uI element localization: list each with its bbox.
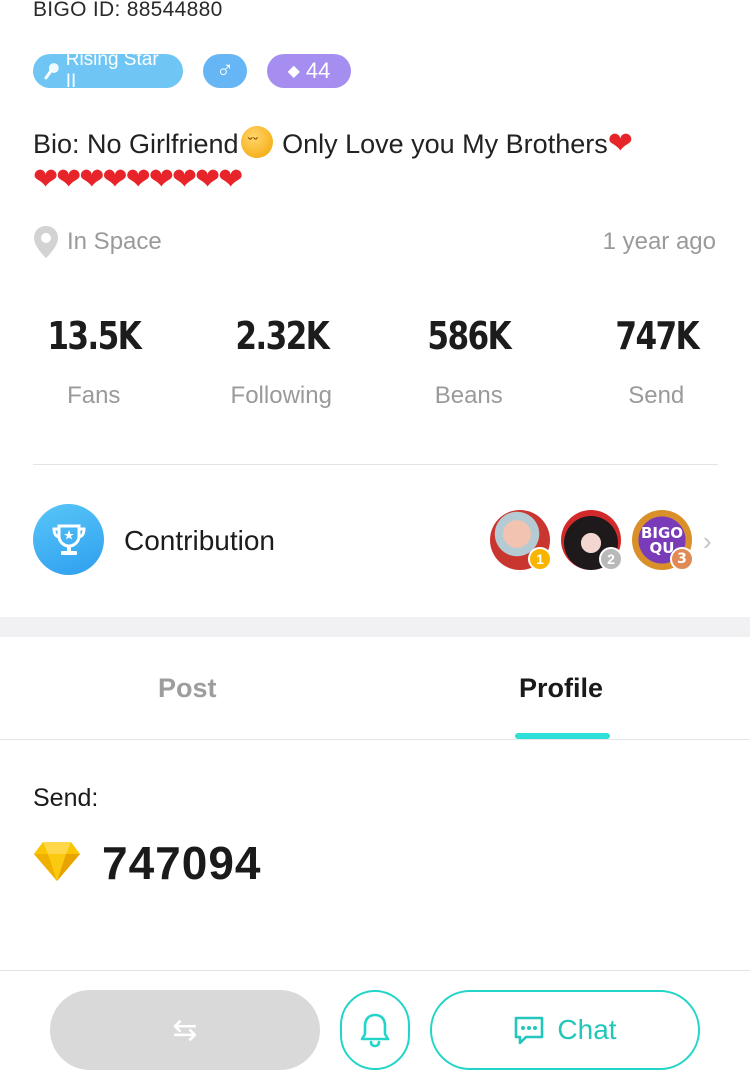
switch-button[interactable]: ⇆ — [50, 990, 320, 1070]
avatar[interactable]: BIGO QU 3 — [632, 510, 694, 571]
angry-face-emoji-icon — [240, 126, 273, 164]
avatar[interactable]: 2 — [561, 510, 623, 571]
tab-post[interactable]: Post — [158, 673, 217, 704]
chat-label: Chat — [557, 1014, 617, 1045]
gender-badge: ♂ — [203, 54, 247, 88]
bottom-action-bar: ⇆ Chat — [0, 970, 750, 1079]
bio-text-part-2: Only Love you My Brothers — [274, 129, 608, 159]
stat-label: Following — [230, 382, 332, 409]
hearts-row: ❤❤❤❤❤❤❤❤❤ — [33, 161, 723, 199]
location: In Space — [33, 225, 162, 259]
stat-value: 747K — [614, 314, 699, 358]
bell-icon — [360, 1013, 390, 1048]
rank-badge-1: 1 — [528, 547, 552, 571]
heart-emoji-icon: ❤ — [148, 163, 174, 196]
top-contributors: 1 2 BIGO QU 3 — [490, 510, 694, 571]
location-label: In Space — [67, 228, 162, 255]
divider — [33, 464, 718, 465]
heart-emoji-icon: ❤ — [607, 127, 633, 160]
trophy-icon — [33, 504, 104, 575]
send-value: 747094 — [102, 837, 262, 889]
diamond-small-icon: ◆ — [287, 63, 300, 80]
switch-arrows-icon: ⇆ — [172, 1013, 198, 1047]
heart-emoji-icon: ❤ — [125, 163, 151, 196]
active-tab-indicator — [515, 733, 610, 739]
heart-emoji-icon: ❤ — [102, 163, 127, 196]
stat-fans[interactable]: 13.5K Fans — [0, 308, 188, 410]
chat-button[interactable]: Chat — [430, 990, 700, 1070]
rank-badge-2: 2 — [599, 547, 623, 571]
heart-emoji-icon: ❤ — [194, 163, 220, 196]
stat-value: 2.32K — [234, 314, 329, 358]
stat-label: Beans — [434, 382, 503, 409]
notify-button[interactable] — [340, 990, 410, 1070]
contribution-label: Contribution — [124, 525, 275, 556]
heart-emoji-icon: ❤ — [79, 163, 104, 196]
badge-row: Rising Star II ♂ ◆ 44 — [33, 49, 351, 92]
tab-profile[interactable]: Profile — [519, 673, 603, 704]
stat-value: 586K — [427, 314, 511, 358]
stat-beans[interactable]: 586K Beans — [375, 308, 563, 410]
bigo-id: BIGO ID: 88544880 — [33, 0, 223, 21]
rank-badge[interactable]: Rising Star II — [33, 49, 183, 92]
tab-bar: Post Profile — [0, 637, 750, 740]
section-separator — [0, 617, 750, 637]
trophy-glyph-icon — [51, 524, 86, 555]
chevron-right-icon: › — [703, 526, 712, 556]
stats-row: 13.5K Fans 2.32K Following 586K Beans 74… — [0, 308, 750, 410]
stat-label: Send — [628, 382, 685, 409]
avatar[interactable]: 1 — [490, 510, 552, 571]
bio: Bio: No Girlfriend Only Love you My Brot… — [33, 125, 723, 199]
heart-emoji-icon: ❤ — [218, 163, 243, 196]
bio-text-part-1: Bio: No Girlfriend — [33, 129, 239, 159]
send-label: Send: — [33, 784, 99, 812]
heart-emoji-icon: ❤ — [56, 163, 81, 196]
stat-value: 13.5K — [47, 314, 141, 358]
heart-emoji-icon: ❤ — [33, 163, 58, 196]
chat-bubble-icon — [515, 1016, 544, 1045]
male-icon: ♂ — [216, 57, 234, 84]
microphone-icon — [44, 63, 59, 80]
stat-send[interactable]: 747K Send — [563, 308, 750, 410]
stat-label: Fans — [67, 382, 121, 409]
stat-following[interactable]: 2.32K Following — [188, 308, 376, 410]
last-active-time: 1 year ago — [602, 228, 716, 255]
location-pin-icon — [34, 226, 58, 258]
rank-badge-3: 3 — [670, 547, 694, 571]
heart-emoji-icon: ❤ — [171, 163, 197, 196]
contribution-row[interactable]: Contribution 1 2 BIGO QU 3 › — [0, 500, 750, 584]
level-value: 44 — [305, 58, 331, 83]
level-badge[interactable]: ◆ 44 — [267, 54, 351, 88]
diamond-icon — [34, 842, 80, 881]
rank-badge-label: Rising Star II — [65, 49, 159, 92]
